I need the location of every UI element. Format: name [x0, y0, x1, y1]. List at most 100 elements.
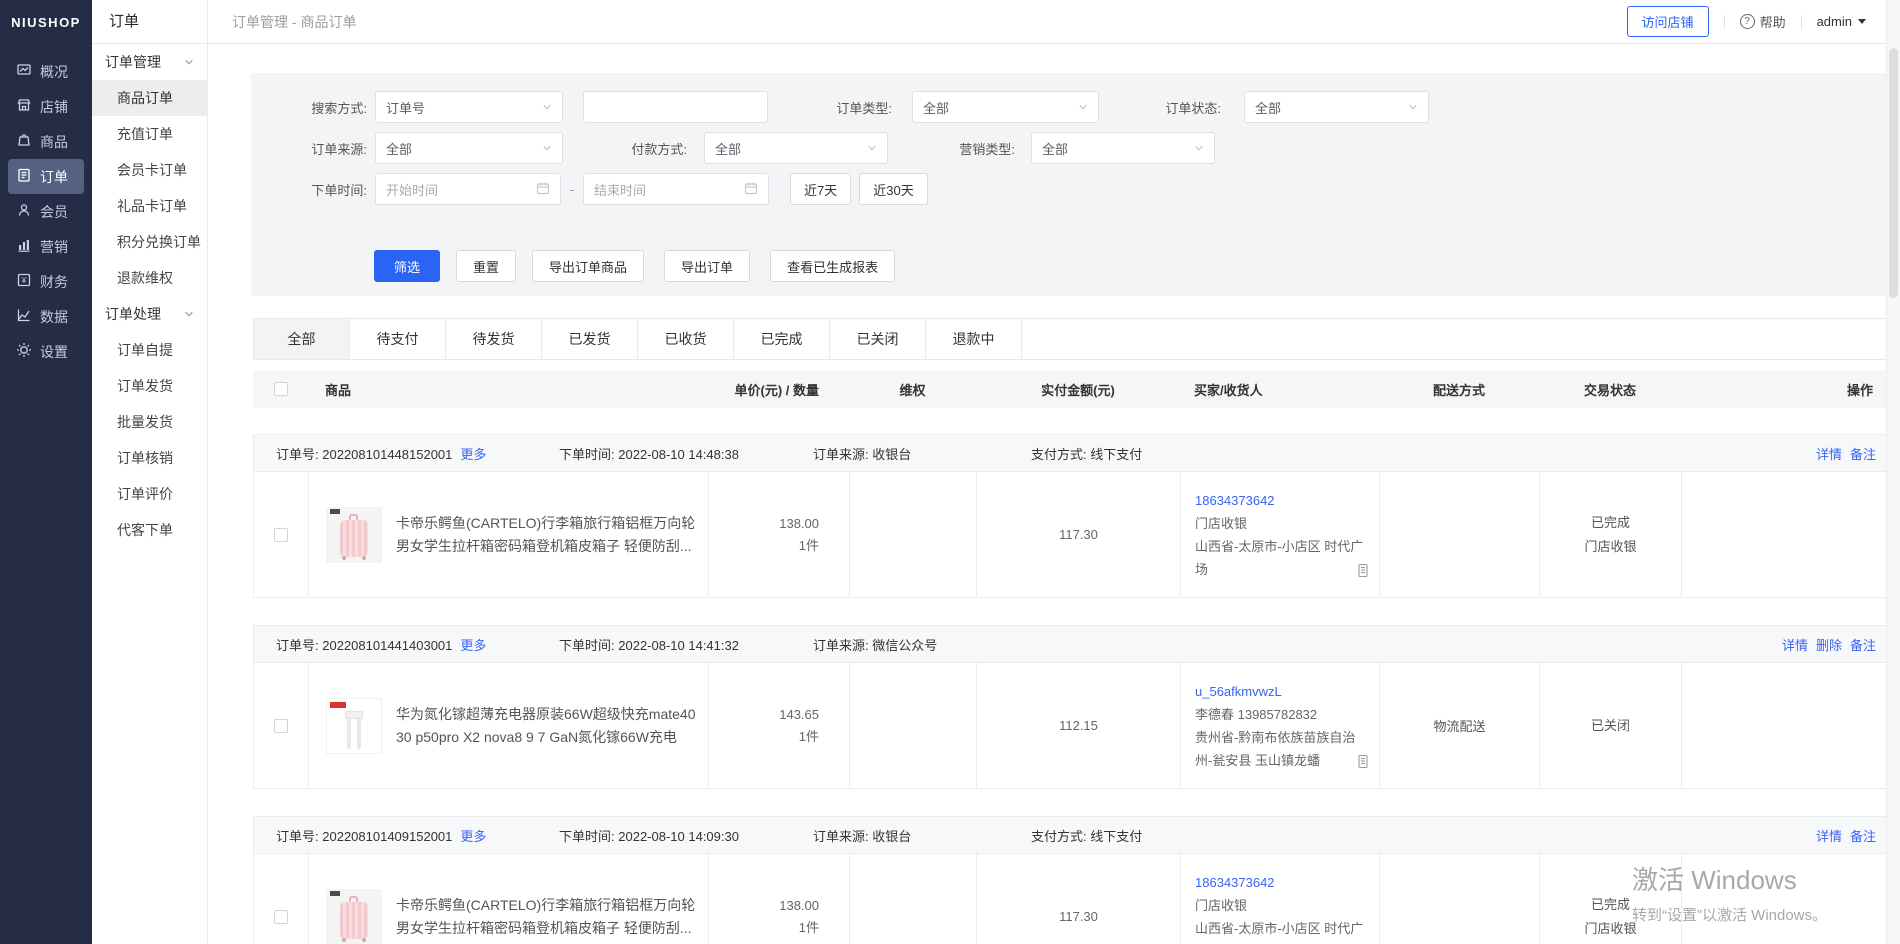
- remark-link[interactable]: 备注: [1850, 635, 1876, 654]
- order-no: 202208101409152001: [322, 829, 452, 844]
- tab-received[interactable]: 已收货: [638, 319, 734, 359]
- nav-item-data[interactable]: 数据: [0, 299, 92, 334]
- nav-item-orders[interactable]: 订单: [8, 159, 84, 194]
- more-link[interactable]: 更多: [460, 638, 486, 653]
- chevron-down-icon: [1408, 100, 1418, 115]
- detail-link[interactable]: 详情: [1816, 826, 1842, 845]
- nav-item-overview[interactable]: 概况: [0, 54, 92, 89]
- order-list: 订单号: 202208101448152001更多 下单时间: 2022-08-…: [253, 434, 1893, 944]
- tab-pending-shipment[interactable]: 待发货: [446, 319, 542, 359]
- product-title: 卡帝乐鳄鱼(CARTELO)行李箱旅行箱铝框万向轮 男女学生拉杆箱密码箱登机箱皮…: [396, 894, 696, 940]
- product-image-suitcase: [326, 889, 382, 944]
- more-link[interactable]: 更多: [460, 447, 486, 462]
- col-rights: 维权: [849, 380, 976, 399]
- user-menu[interactable]: admin: [1817, 14, 1866, 29]
- remark-link[interactable]: 备注: [1850, 826, 1876, 845]
- chevron-down-icon: [1858, 19, 1866, 24]
- reset-button[interactable]: 重置: [456, 250, 516, 282]
- order-source-select[interactable]: 全部: [375, 132, 563, 164]
- order-time: 2022-08-10 14:48:38: [618, 447, 739, 462]
- tab-pending-payment[interactable]: 待支付: [350, 319, 446, 359]
- actions-cell: [1682, 663, 1892, 788]
- sidebar-item-agent-order[interactable]: 代客下单: [92, 512, 207, 548]
- address-copy-icon[interactable]: [1356, 753, 1369, 776]
- search-mode-select[interactable]: 订单号: [375, 91, 563, 123]
- nav-item-members[interactable]: 会员: [0, 194, 92, 229]
- view-reports-button[interactable]: 查看已生成报表: [770, 250, 895, 282]
- sidebar-item-refund[interactable]: 退款维权: [92, 260, 207, 296]
- delete-link[interactable]: 删除: [1816, 635, 1842, 654]
- nav-item-settings[interactable]: 设置: [0, 334, 92, 369]
- chevron-down-icon: [542, 100, 552, 115]
- svg-text:¥: ¥: [21, 276, 27, 285]
- buyer-cell: u_56afkmvwzL 李德春 13985782832 贵州省-黔南布依族苗族…: [1181, 663, 1380, 788]
- buyer-link[interactable]: 18634373642: [1195, 489, 1275, 512]
- search-input[interactable]: [583, 91, 768, 123]
- marketing-type-select[interactable]: 全部: [1031, 132, 1215, 164]
- order-type-select[interactable]: 全部: [912, 91, 1099, 123]
- order-row: 卡帝乐鳄鱼(CARTELO)行李箱旅行箱铝框万向轮 男女学生拉杆箱密码箱登机箱皮…: [253, 854, 1893, 944]
- order-type-label: 订单类型:: [808, 98, 892, 117]
- pay-method-select[interactable]: 全部: [704, 132, 888, 164]
- order-status-select[interactable]: 全部: [1244, 91, 1429, 123]
- sidebar-item-self-pickup[interactable]: 订单自提: [92, 332, 207, 368]
- nav-item-marketing[interactable]: 营销: [0, 229, 92, 264]
- nav-item-shop[interactable]: 店铺: [0, 89, 92, 124]
- last30days-button[interactable]: 近30天: [859, 173, 927, 205]
- nav-item-goods[interactable]: 商品: [0, 124, 92, 159]
- row-checkbox[interactable]: [274, 719, 288, 733]
- tab-refunding[interactable]: 退款中: [926, 319, 1022, 359]
- remark-link[interactable]: 备注: [1850, 444, 1876, 463]
- scrollbar-thumb[interactable]: [1889, 48, 1898, 298]
- row-checkbox[interactable]: [274, 910, 288, 924]
- start-date-input[interactable]: 开始时间: [375, 173, 561, 205]
- sidebar-group-order-processing[interactable]: 订单处理: [92, 296, 207, 332]
- order-pay-method: 线下支付: [1090, 829, 1142, 844]
- sidebar-item-points-orders[interactable]: 积分兑换订单: [92, 224, 207, 260]
- tab-closed[interactable]: 已关闭: [830, 319, 926, 359]
- tab-all[interactable]: 全部: [254, 319, 350, 359]
- status-tabs: 全部 待支付 待发货 已发货 已收货 已完成 已关闭 退款中: [253, 318, 1893, 360]
- sidebar-item-giftcard-orders[interactable]: 礼品卡订单: [92, 188, 207, 224]
- topbar: 订单管理 - 商品订单 访问店铺 ? 帮助 admin: [208, 0, 1900, 44]
- export-order-goods-button[interactable]: 导出订单商品: [532, 250, 644, 282]
- order-pay-method: 线下支付: [1090, 447, 1142, 462]
- buyer-link[interactable]: u_56afkmvwzL: [1195, 680, 1282, 703]
- last7days-button[interactable]: 近7天: [790, 173, 851, 205]
- sidebar-group-order-management[interactable]: 订单管理: [92, 44, 207, 80]
- sidebar-item-goods-orders[interactable]: 商品订单: [92, 80, 207, 116]
- end-date-input[interactable]: 结束时间: [583, 173, 769, 205]
- sidebar-item-recharge-orders[interactable]: 充值订单: [92, 116, 207, 152]
- price-qty-cell: 143.65 1件: [709, 663, 850, 788]
- order-no: 202208101448152001: [322, 447, 452, 462]
- sidebar-item-delivery[interactable]: 订单发货: [92, 368, 207, 404]
- help-button[interactable]: ? 帮助: [1740, 12, 1786, 31]
- detail-link[interactable]: 详情: [1816, 444, 1842, 463]
- more-link[interactable]: 更多: [460, 829, 486, 844]
- buyer-cell: 18634373642 门店收银 山西省-太原市-小店区 时代广场: [1181, 854, 1380, 944]
- export-orders-button[interactable]: 导出订单: [664, 250, 750, 282]
- tab-completed[interactable]: 已完成: [734, 319, 830, 359]
- detail-link[interactable]: 详情: [1782, 635, 1808, 654]
- sidebar-item-review[interactable]: 订单评价: [92, 476, 207, 512]
- page-scrollbar[interactable]: [1886, 0, 1900, 944]
- address-copy-icon[interactable]: [1356, 562, 1369, 585]
- chevron-down-icon: [542, 141, 552, 156]
- buyer-link[interactable]: 18634373642: [1195, 871, 1275, 894]
- nav-item-finance[interactable]: ¥ 财务: [0, 264, 92, 299]
- divider: [1801, 15, 1802, 29]
- order-group: 订单号: 202208101441403001更多 下单时间: 2022-08-…: [253, 625, 1893, 789]
- sidebar-item-batch-delivery[interactable]: 批量发货: [92, 404, 207, 440]
- filter-submit-button[interactable]: 筛选: [374, 250, 440, 282]
- order-source: 收银台: [872, 447, 911, 462]
- row-checkbox[interactable]: [274, 528, 288, 542]
- shop-icon: [16, 97, 32, 116]
- order-header: 订单号: 202208101409152001更多 下单时间: 2022-08-…: [253, 816, 1893, 854]
- select-all-checkbox[interactable]: [274, 382, 288, 396]
- paid-amount-cell: 117.30: [977, 854, 1181, 944]
- sidebar-item-verification[interactable]: 订单核销: [92, 440, 207, 476]
- tab-shipped[interactable]: 已发货: [542, 319, 638, 359]
- trade-status-cell: 已完成 门店收银: [1540, 472, 1682, 597]
- visit-store-button[interactable]: 访问店铺: [1627, 6, 1709, 37]
- sidebar-item-membercard-orders[interactable]: 会员卡订单: [92, 152, 207, 188]
